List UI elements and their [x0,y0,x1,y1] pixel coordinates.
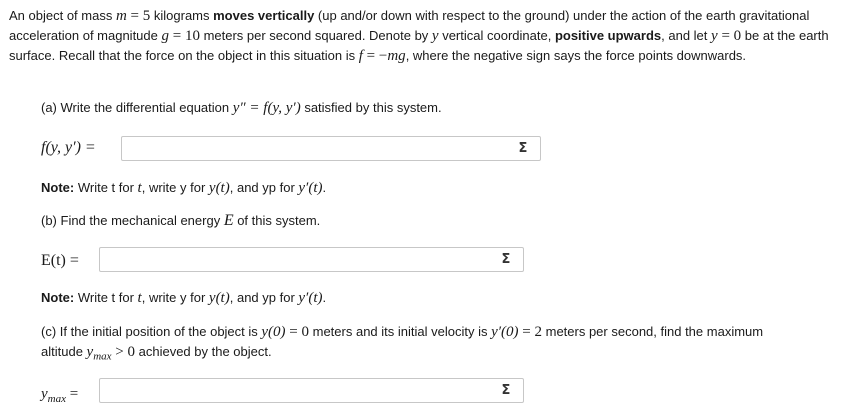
part-c-label: ymax = [41,386,79,406]
equation-editor-icon[interactable]: Σ [499,252,513,268]
part-a-question: (a) Write the differential equation y″ =… [41,100,442,116]
part-b-question: (b) Find the mechanical energy E of this… [41,212,321,229]
equation-editor-icon[interactable]: Σ [499,383,513,399]
part-c-question-line2: altitude ymax > 0 achieved by the object… [41,344,272,363]
problem-statement: An object of mass m = 5 kilograms moves … [9,8,829,64]
part-b-label: E(t) = [41,252,79,269]
part-b-note: Note: Write t for t, write y for y(t), a… [41,290,327,306]
part-a-note: Note: Write t for t, write y for y(t), a… [41,180,327,196]
part-a-label: f(y, y′) = [41,139,96,156]
part-b-answer-input[interactable] [99,247,524,272]
part-c-question-line1: (c) If the initial position of the objec… [41,324,764,340]
part-a-answer-input[interactable] [121,136,541,161]
part-c-answer-input[interactable] [99,378,524,403]
equation-editor-icon[interactable]: Σ [516,141,530,157]
